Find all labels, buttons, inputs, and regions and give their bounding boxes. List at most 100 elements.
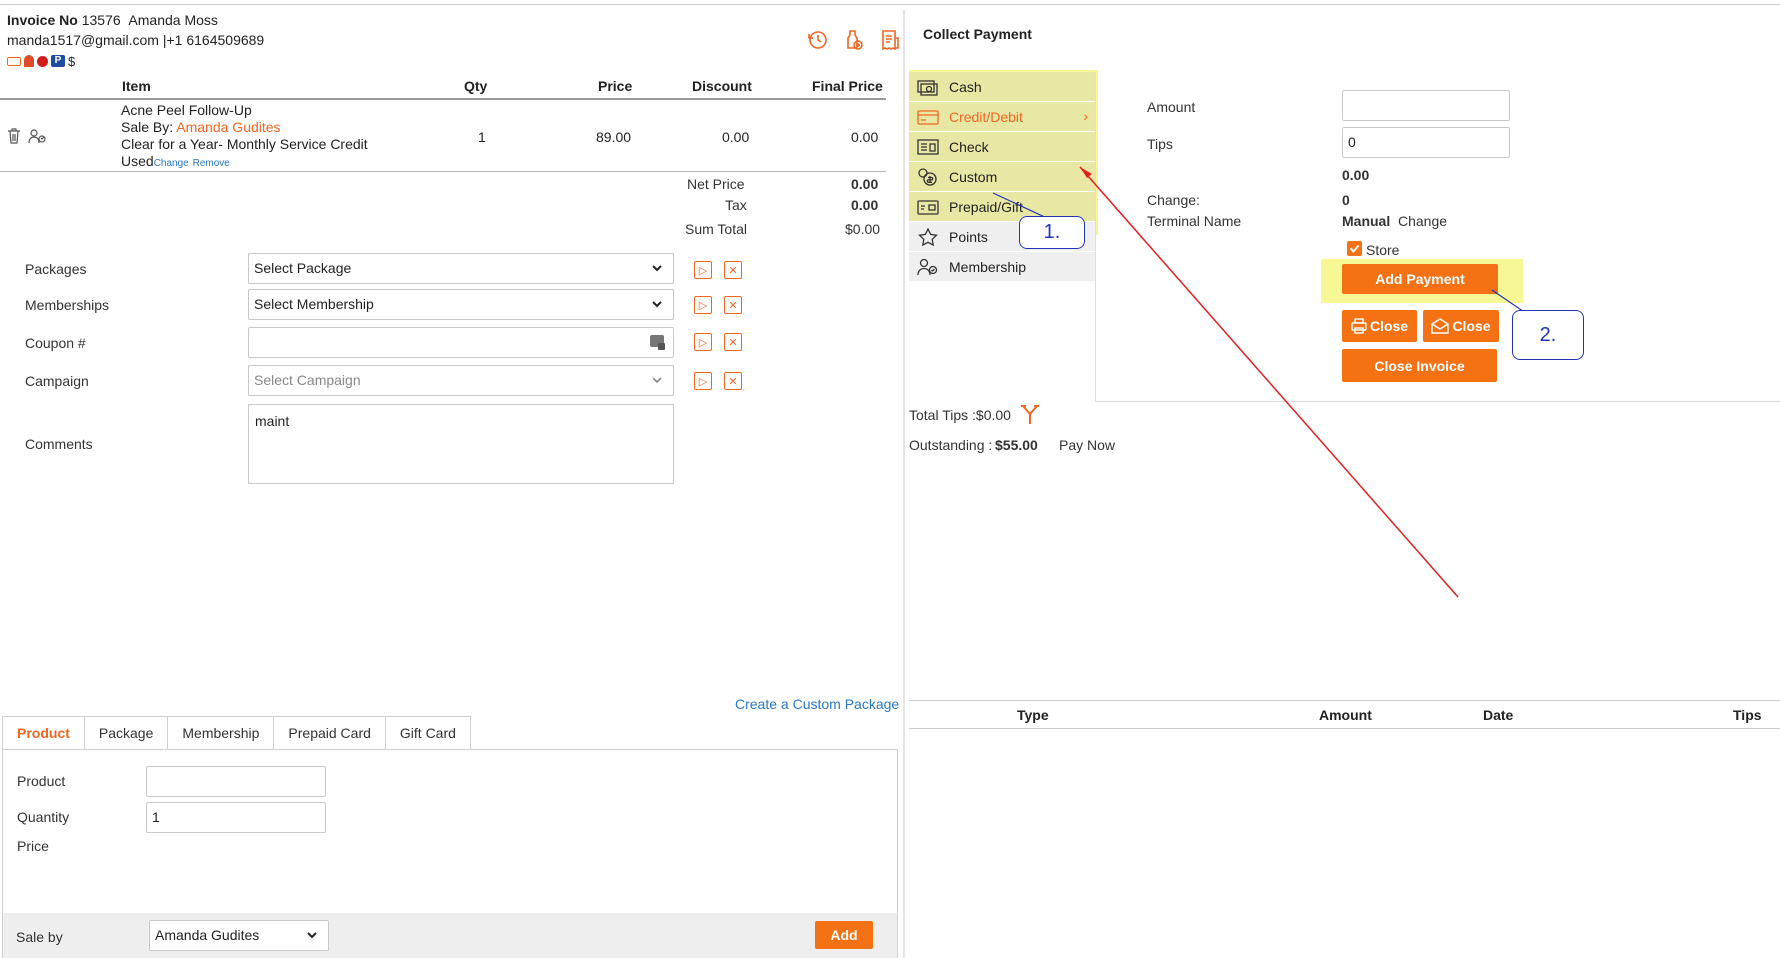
sale-by-select-value: Amanda Gudites [155,927,260,943]
items-table-header: Item Qty Price Discount Final Price [0,76,886,100]
add-payment-button[interactable]: Add Payment [1342,264,1498,294]
add-product-icon[interactable] [842,28,866,52]
packages-label: Packages [25,261,87,277]
sum-total-label: Sum Total [685,221,747,237]
close-invoice-button[interactable]: Close Invoice [1342,349,1497,382]
tab-package[interactable]: Package [83,716,169,750]
product-input[interactable] [146,766,326,797]
terminal-change-link[interactable]: Change [1398,213,1447,229]
item-price: 89.00 [596,129,632,145]
memberships-select[interactable]: Select Membership [248,289,674,320]
product-label: Product [17,773,66,789]
total-tips: Total Tips :$0.00 [909,407,1011,423]
quantity-input[interactable]: 1 [146,802,326,833]
method-custom[interactable]: Custom [909,162,1096,192]
callout-two: 2. [1512,310,1584,360]
add-button[interactable]: Add [815,921,873,949]
tax-label: Tax [725,197,747,213]
collect-payment-title: Collect Payment [923,26,1032,42]
clear-membership-button[interactable]: ✕ [724,296,742,314]
trash-icon[interactable] [7,128,21,144]
amount-label: Amount [1147,99,1196,115]
coupon-input[interactable] [248,327,674,358]
method-membership-label: Membership [949,258,1027,275]
tab-membership[interactable]: Membership [167,716,275,750]
terminal-label: Terminal Name [1147,213,1242,229]
cash-icon [917,79,938,96]
tab-product[interactable]: Product [2,716,85,750]
item-discount: 0.00 [722,129,750,145]
sale-by-bar-label: Sale by [16,929,63,945]
chevron-down-icon [307,932,317,939]
remove-link[interactable]: Remove [193,158,230,169]
create-custom-package-link[interactable]: Create a Custom Package [735,696,899,712]
tips-input[interactable]: 0 [1342,127,1510,158]
campaign-label: Campaign [25,373,89,389]
item-note: Clear for a Year- Monthly Service Credit [121,136,368,152]
clear-campaign-button[interactable]: ✕ [724,372,742,390]
comments-textarea[interactable]: maint [248,404,674,484]
sale-by-staff[interactable]: Amanda Gudites [176,119,280,135]
change-link[interactable]: Change [154,158,189,169]
method-membership[interactable]: Membership [909,252,1096,282]
campaign-select-value: Select Campaign [254,372,361,388]
chevron-down-icon [652,377,662,384]
method-cash[interactable]: Cash [909,72,1096,102]
sale-by-select[interactable]: Amanda Gudites [149,920,329,951]
method-cash-label: Cash [949,78,982,95]
net-price-value: 0.00 [851,176,879,192]
checkmark-icon [1349,244,1360,253]
clear-coupon-button[interactable]: ✕ [724,333,742,351]
close-print-button[interactable]: Close [1342,310,1417,342]
close-email-label: Close [1452,318,1491,334]
sale-by-bar [3,913,897,958]
apply-membership-button[interactable]: ▷ [694,296,712,314]
change-staff-icon[interactable] [28,128,46,144]
change-value: 0 [1342,192,1350,208]
tax-value: 0.00 [851,197,879,213]
quantity-label: Quantity [17,809,70,825]
col-item: Item [122,78,151,94]
col-date: Date [1483,707,1514,723]
comments-label: Comments [25,436,93,452]
pay-now-link[interactable]: Pay Now [1059,437,1115,453]
store-checkbox[interactable] [1347,241,1362,256]
clear-package-button[interactable]: ✕ [724,261,742,279]
top-border [0,4,1780,5]
change-label: Change: [1147,192,1200,208]
calculator-icon[interactable] [649,334,665,350]
computed-total: 0.00 [1342,167,1370,183]
amount-input[interactable] [1342,90,1510,121]
method-prepaid-gift-label: Prepaid/Gift [949,198,1023,215]
terminal-value: Manual [1342,213,1391,229]
gift-card-icon [917,199,939,215]
invoice-header: Invoice No 13576 Amanda Moss [7,12,218,28]
callout-one: 1. [1019,216,1085,249]
dollar-badge-icon: $ [68,53,76,69]
card-badge-icon [7,56,21,66]
tab-prepaid-card[interactable]: Prepaid Card [273,716,386,750]
receipt-icon[interactable] [878,28,902,52]
invoice-number: 13576 [81,12,121,28]
packages-select[interactable]: Select Package [248,253,674,284]
history-icon[interactable] [806,28,830,52]
method-check[interactable]: Check [909,132,1096,162]
customer-name: Amanda Moss [128,12,218,28]
credit-card-icon [917,109,939,125]
col-price: Price [598,78,633,94]
col-amount: Amount [1319,707,1372,723]
table-row: Acne Peel Follow-Up Sale By: Amanda Gudi… [0,100,886,172]
close-email-button[interactable]: Close [1423,310,1499,342]
col-type: Type [1017,707,1049,723]
apply-coupon-button[interactable]: ▷ [694,333,712,351]
store-label: Store [1366,242,1400,258]
split-tips-icon[interactable] [1019,403,1041,425]
apply-campaign-button[interactable]: ▷ [694,372,712,390]
method-credit-debit[interactable]: Credit/Debit › [909,102,1096,132]
tab-gift-card[interactable]: Gift Card [384,716,471,750]
campaign-select[interactable]: Select Campaign [248,365,674,396]
panel-divider [903,10,905,958]
apply-package-button[interactable]: ▷ [694,261,712,279]
header-actions [806,28,902,52]
col-qty: Qty [464,78,488,94]
